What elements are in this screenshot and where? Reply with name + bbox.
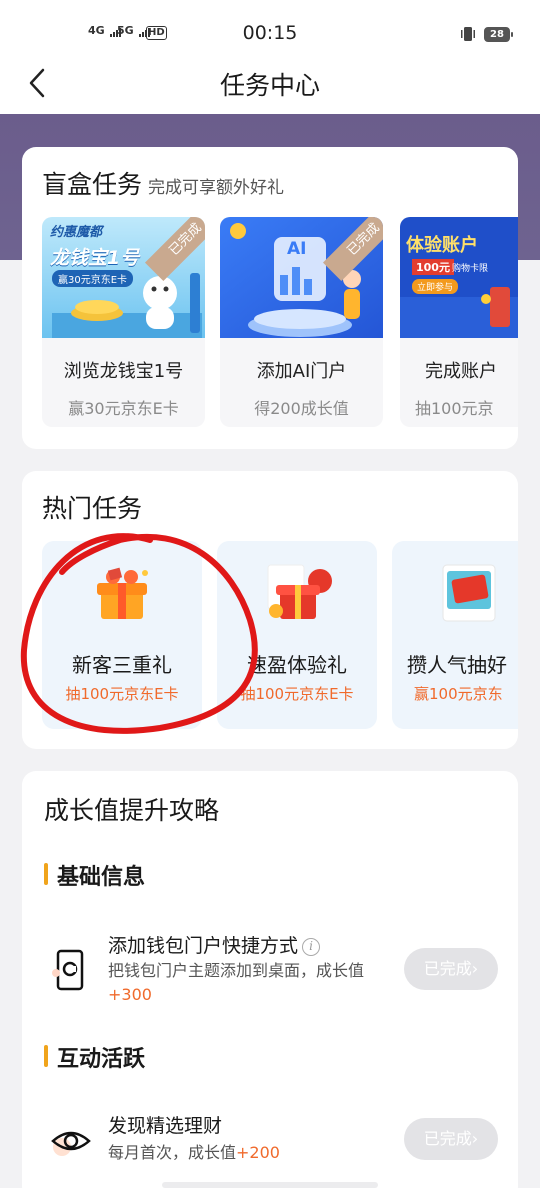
blind-box-item-name: 浏览龙钱宝1号 (63, 361, 184, 382)
hot-tasks-list[interactable]: 新客三重礼 抽100元京东E卡 速盈体验礼 抽100元京东E卡 攒人气抽好 赢1… (42, 541, 518, 729)
red-gift-icon (267, 564, 332, 619)
eye-icon (51, 1131, 91, 1156)
battery-icon: 28 (484, 27, 513, 42)
promo-brand-text: 约惠魔都 (50, 225, 103, 240)
section-heading-interaction: 互动活跃 (44, 1041, 145, 1073)
ai-promo-text: AI (287, 239, 307, 259)
task-title-finance: 发现精选理财 (108, 1115, 223, 1137)
clock: 00:15 (242, 22, 298, 44)
blind-box-item-reward: 抽100元京 (415, 399, 494, 418)
page-title: 任务中心 (219, 71, 320, 100)
promo-reward-text: 赢30元京东E卡 (52, 270, 134, 287)
hot-task-popularity[interactable]: 攒人气抽好 赢100元京东 (392, 541, 518, 729)
task-title-shortcut: 添加钱包门户快捷方式 i (108, 931, 321, 958)
hot-task-name: 速盈体验礼 (247, 653, 347, 677)
account-promo-image: 体验账户 100元 购物卡限 立即参与 (400, 217, 518, 338)
blind-box-item-account[interactable]: 体验账户 100元 购物卡限 立即参与 完成账户 抽100元京 (400, 217, 518, 427)
gift-box-icon (97, 567, 148, 619)
hot-task-reward: 抽100元京东E卡 (240, 685, 354, 703)
longqianbao-promo-image: 约惠魔都 龙钱宝1号 赢30元京东E卡 已完成 (42, 217, 205, 338)
blind-box-subtitle: 完成可享额外好礼 (148, 178, 285, 198)
blind-box-item-name: 添加AI门户 (256, 361, 347, 382)
section-heading-basic-info: 基础信息 (44, 859, 145, 891)
completed-button[interactable]: 已完成› (404, 948, 498, 990)
phone-shortcut-icon (52, 949, 84, 991)
blind-box-list[interactable]: 约惠魔都 龙钱宝1号 赢30元京东E卡 已完成 浏览龙钱宝1号 赢30元京东E卡 (42, 217, 518, 431)
hot-tasks-card: 热门任务 新客三重礼 抽100元京东E卡 速盈体验礼 抽100元京东E卡 攒人气… (22, 471, 518, 749)
blind-box-title: 盲盒任务 (42, 170, 143, 199)
task-desc-text: 把钱包门户主题添加到桌面，成长值 (108, 961, 365, 980)
ai-portal-promo-image: AI 已完成 (220, 217, 383, 338)
blind-box-item-ai-portal[interactable]: AI 已完成 添加AI门户 得200成长值 (220, 217, 383, 427)
task-growth-value: +300 (108, 985, 152, 1004)
growth-title: 成长值提升攻略 (44, 796, 220, 825)
task-growth-value: +200 (236, 1143, 280, 1162)
hot-task-reward: 赢100元京东 (414, 685, 503, 703)
hot-task-reward: 抽100元京东E卡 (65, 685, 179, 703)
red-card-icon (442, 564, 496, 622)
home-indicator[interactable] (162, 1182, 378, 1188)
completed-button[interactable]: 已完成› (404, 1118, 498, 1160)
account-promo-amount: 100元 (412, 259, 454, 275)
hot-task-quick-profit[interactable]: 速盈体验礼 抽100元京东E卡 (217, 541, 377, 729)
blind-box-item-reward: 得200成长值 (254, 399, 349, 418)
status-bar: 4G 5G HD 00:15 28 (0, 0, 540, 62)
blind-box-card: 盲盒任务 完成可享额外好礼 约惠魔都 龙钱宝1号 赢30元京东E卡 已完成 浏览… (22, 147, 518, 449)
account-promo-cta: 立即参与 (412, 279, 459, 294)
promo-product-text: 龙钱宝1号 (50, 247, 140, 269)
info-icon[interactable]: i (302, 938, 321, 956)
blind-box-heading: 盲盒任务 完成可享额外好礼 (42, 165, 284, 201)
blind-box-item-reward: 赢30元京东E卡 (68, 399, 179, 418)
hot-task-name: 攒人气抽好 (407, 653, 507, 677)
blind-box-item-longqianbao[interactable]: 约惠魔都 龙钱宝1号 赢30元京东E卡 已完成 浏览龙钱宝1号 赢30元京东E卡 (42, 217, 205, 427)
nav-bar: 任务中心 (0, 62, 540, 114)
hot-task-name: 新客三重礼 (72, 653, 172, 677)
task-desc-shortcut: 把钱包门户主题添加到桌面，成长值 +300 (108, 959, 398, 1007)
account-promo-title: 体验账户 (406, 235, 478, 256)
hot-tasks-title: 热门任务 (42, 494, 143, 523)
vibrate-icon (461, 27, 475, 41)
task-desc-finance: 每月首次，成长值+200 (108, 1141, 398, 1165)
task-title-text: 添加钱包门户快捷方式 (108, 935, 299, 957)
blind-box-item-name: 完成账户 (425, 361, 497, 382)
growth-strategy-card: 成长值提升攻略 基础信息 添加钱包门户快捷方式 i 把钱包门户主题添加到桌面，成长… (22, 771, 518, 1188)
account-promo-note: 购物卡限 (452, 264, 489, 274)
hot-task-new-customer[interactable]: 新客三重礼 抽100元京东E卡 (42, 541, 202, 729)
task-desc-text: 每月首次，成长值 (108, 1143, 237, 1162)
